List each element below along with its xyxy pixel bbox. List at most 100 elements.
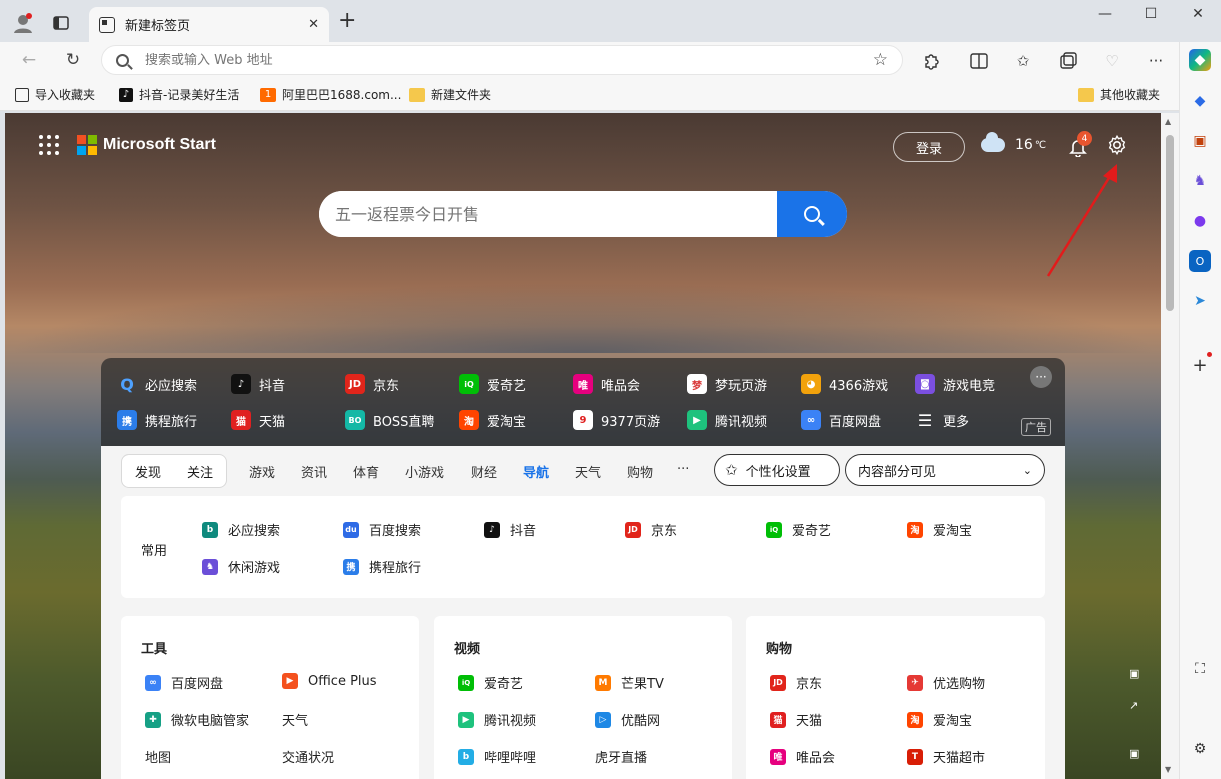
- video-link-iqiyi[interactable]: iQ 爱奇艺: [458, 673, 523, 692]
- quick-link-4366[interactable]: ◕ 4366游戏: [801, 374, 888, 394]
- tools-link-weather[interactable]: 天气: [282, 710, 308, 729]
- bookmark-import[interactable]: 导入收藏夹: [15, 86, 95, 103]
- tab-finance[interactable]: 财经: [471, 462, 497, 481]
- bookmark-alibaba[interactable]: 1 阿里巴巴1688.com...: [260, 86, 401, 103]
- video-link-tencent-video[interactable]: ▶ 腾讯视频: [458, 710, 536, 729]
- tools-link-baidu-pan[interactable]: ∞ 百度网盘: [145, 673, 223, 692]
- screenshot-icon[interactable]: ⛶: [1189, 658, 1211, 680]
- tools-link-office-plus[interactable]: ▶ Office Plus: [282, 673, 377, 689]
- common-link-douyin[interactable]: ♪ 抖音: [484, 520, 536, 539]
- common-link-aitaobao[interactable]: 淘爱淘宝: [907, 520, 972, 539]
- tools-icon[interactable]: ▣: [1189, 130, 1211, 152]
- favorites-icon[interactable]: ✩: [1012, 50, 1034, 72]
- address-bar[interactable]: ☆: [101, 45, 903, 75]
- personalize-button[interactable]: ✩ 个性化设置: [714, 454, 840, 486]
- tab-navigation[interactable]: 导航: [523, 462, 549, 481]
- shopping-tag-icon[interactable]: ◆: [1189, 90, 1211, 112]
- new-tab-button[interactable]: +: [338, 10, 356, 32]
- video-link-youku[interactable]: ▷ 优酷网: [595, 710, 660, 729]
- split-screen-icon[interactable]: [968, 50, 990, 72]
- extensions-icon[interactable]: [920, 50, 942, 72]
- quick-link-vip[interactable]: 唯唯品会: [573, 374, 640, 394]
- outlook-icon[interactable]: O: [1189, 250, 1211, 272]
- video-link-bilibili[interactable]: b 哔哩哔哩: [458, 747, 536, 766]
- browser-essentials-icon[interactable]: ♡: [1101, 50, 1123, 72]
- quick-link-more[interactable]: ☰ 更多: [915, 410, 969, 430]
- games-icon[interactable]: ♞: [1189, 170, 1211, 192]
- close-window-button[interactable]: ✕: [1175, 6, 1221, 22]
- customize-sidebar-icon[interactable]: ⚙: [1189, 738, 1211, 760]
- tab-more[interactable]: ···: [677, 462, 689, 477]
- tab-weather[interactable]: 天气: [575, 462, 601, 481]
- quick-link-tencent-video[interactable]: ▶ 腾讯视频: [687, 410, 767, 430]
- quick-link-ctrip[interactable]: 携携程旅行: [117, 410, 197, 430]
- common-link-baidu[interactable]: du 百度搜索: [343, 520, 421, 539]
- minimize-button[interactable]: —: [1082, 6, 1128, 22]
- quick-link-tmall[interactable]: 猫天猫: [231, 410, 285, 430]
- quick-link-aitaobao[interactable]: 淘爱淘宝: [459, 410, 526, 430]
- microsoft-365-icon[interactable]: ●: [1189, 210, 1211, 232]
- tools-link-map[interactable]: 地图: [145, 747, 171, 766]
- search-submit-button[interactable]: [777, 191, 847, 237]
- web-search-box[interactable]: [319, 191, 847, 237]
- back-button[interactable]: ←: [17, 48, 41, 72]
- send-icon[interactable]: ➤: [1189, 290, 1211, 312]
- quick-link-jd[interactable]: JD 京东: [345, 374, 399, 394]
- shopping-link-tmall-market[interactable]: T 天猫超市: [907, 747, 985, 766]
- close-tab-icon[interactable]: ✕: [308, 17, 319, 32]
- quick-link-iqiyi[interactable]: iQ 爱奇艺: [459, 374, 526, 394]
- common-link-casual-games[interactable]: ♞ 休闲游戏: [202, 557, 280, 576]
- quick-link-bing[interactable]: Q 必应搜索: [117, 374, 197, 394]
- video-link-mango-tv[interactable]: M 芒果TV: [595, 673, 664, 692]
- add-sidebar-app-icon[interactable]: +: [1189, 354, 1211, 376]
- collections-icon[interactable]: [1057, 50, 1079, 72]
- tab-shopping[interactable]: 购物: [627, 462, 653, 481]
- segment-discover[interactable]: 发现: [122, 455, 174, 487]
- tab-actions-icon[interactable]: [47, 9, 75, 37]
- quick-link-boss[interactable]: BO BOSS直聘: [345, 410, 434, 430]
- common-link-ctrip[interactable]: 携携程旅行: [343, 557, 421, 576]
- quick-link-mengwan[interactable]: 梦梦玩页游: [687, 374, 767, 394]
- bookmark-other-folder[interactable]: 其他收藏夹: [1078, 86, 1160, 103]
- quick-link-douyin[interactable]: ♪ 抖音: [231, 374, 285, 394]
- page-scrollbar[interactable]: ▲ ▼: [1161, 113, 1179, 779]
- bookmark-douyin[interactable]: ♪ 抖音-记录美好生活: [119, 86, 239, 103]
- scroll-down-icon[interactable]: ▼: [1165, 765, 1171, 774]
- background-image-icon[interactable]: ▣: [1129, 747, 1143, 761]
- tab-sports[interactable]: 体育: [353, 462, 379, 481]
- tools-link-pc-manager[interactable]: ✚ 微软电脑管家: [145, 710, 249, 729]
- tab-news[interactable]: 资讯: [301, 462, 327, 481]
- tab-new-tab[interactable]: 新建标签页 ✕: [89, 7, 329, 42]
- profile-avatar-icon[interactable]: [9, 9, 37, 37]
- common-link-jd[interactable]: JD 京东: [625, 520, 677, 539]
- common-link-bing[interactable]: b 必应搜索: [202, 520, 280, 539]
- scroll-up-icon[interactable]: ▲: [1165, 117, 1171, 126]
- content-visibility-dropdown[interactable]: 内容部分可见 ⌄: [845, 454, 1045, 486]
- shopping-link-vip[interactable]: 唯唯品会: [770, 747, 835, 766]
- settings-more-icon[interactable]: ···: [1145, 50, 1167, 72]
- quick-link-esports[interactable]: ◙ 游戏电竞: [915, 374, 995, 394]
- bookmark-new-folder[interactable]: 新建文件夹: [409, 86, 491, 103]
- refresh-button[interactable]: ↻: [61, 48, 85, 72]
- address-input[interactable]: [145, 52, 873, 68]
- shopping-link-tmall[interactable]: 猫天猫: [770, 710, 822, 729]
- copilot-icon[interactable]: ◆: [1189, 49, 1211, 71]
- tab-mini-games[interactable]: 小游戏: [405, 462, 444, 481]
- segment-follow[interactable]: 关注: [174, 455, 226, 487]
- video-link-huya[interactable]: 虎牙直播: [595, 747, 647, 766]
- quick-link-baidu-pan[interactable]: ∞ 百度网盘: [801, 410, 881, 430]
- shopping-link-jd[interactable]: JD 京东: [770, 673, 822, 692]
- shopping-link-youxuan[interactable]: ✈ 优选购物: [907, 673, 985, 692]
- quick-links-more-options-icon[interactable]: ···: [1030, 366, 1052, 388]
- common-link-iqiyi[interactable]: iQ 爱奇艺: [766, 520, 831, 539]
- tools-link-traffic[interactable]: 交通状况: [282, 747, 334, 766]
- background-image-icon[interactable]: ▣: [1129, 667, 1143, 681]
- web-search-input[interactable]: [319, 191, 777, 237]
- maximize-button[interactable]: ☐: [1128, 6, 1174, 22]
- favorite-star-icon[interactable]: ☆: [873, 50, 888, 70]
- scrollbar-thumb[interactable]: [1166, 135, 1174, 311]
- tab-games[interactable]: 游戏: [249, 462, 275, 481]
- quick-link-9377[interactable]: 9 9377页游: [573, 410, 660, 430]
- shopping-link-aitaobao[interactable]: 淘爱淘宝: [907, 710, 972, 729]
- expand-icon[interactable]: ↗: [1129, 699, 1143, 713]
